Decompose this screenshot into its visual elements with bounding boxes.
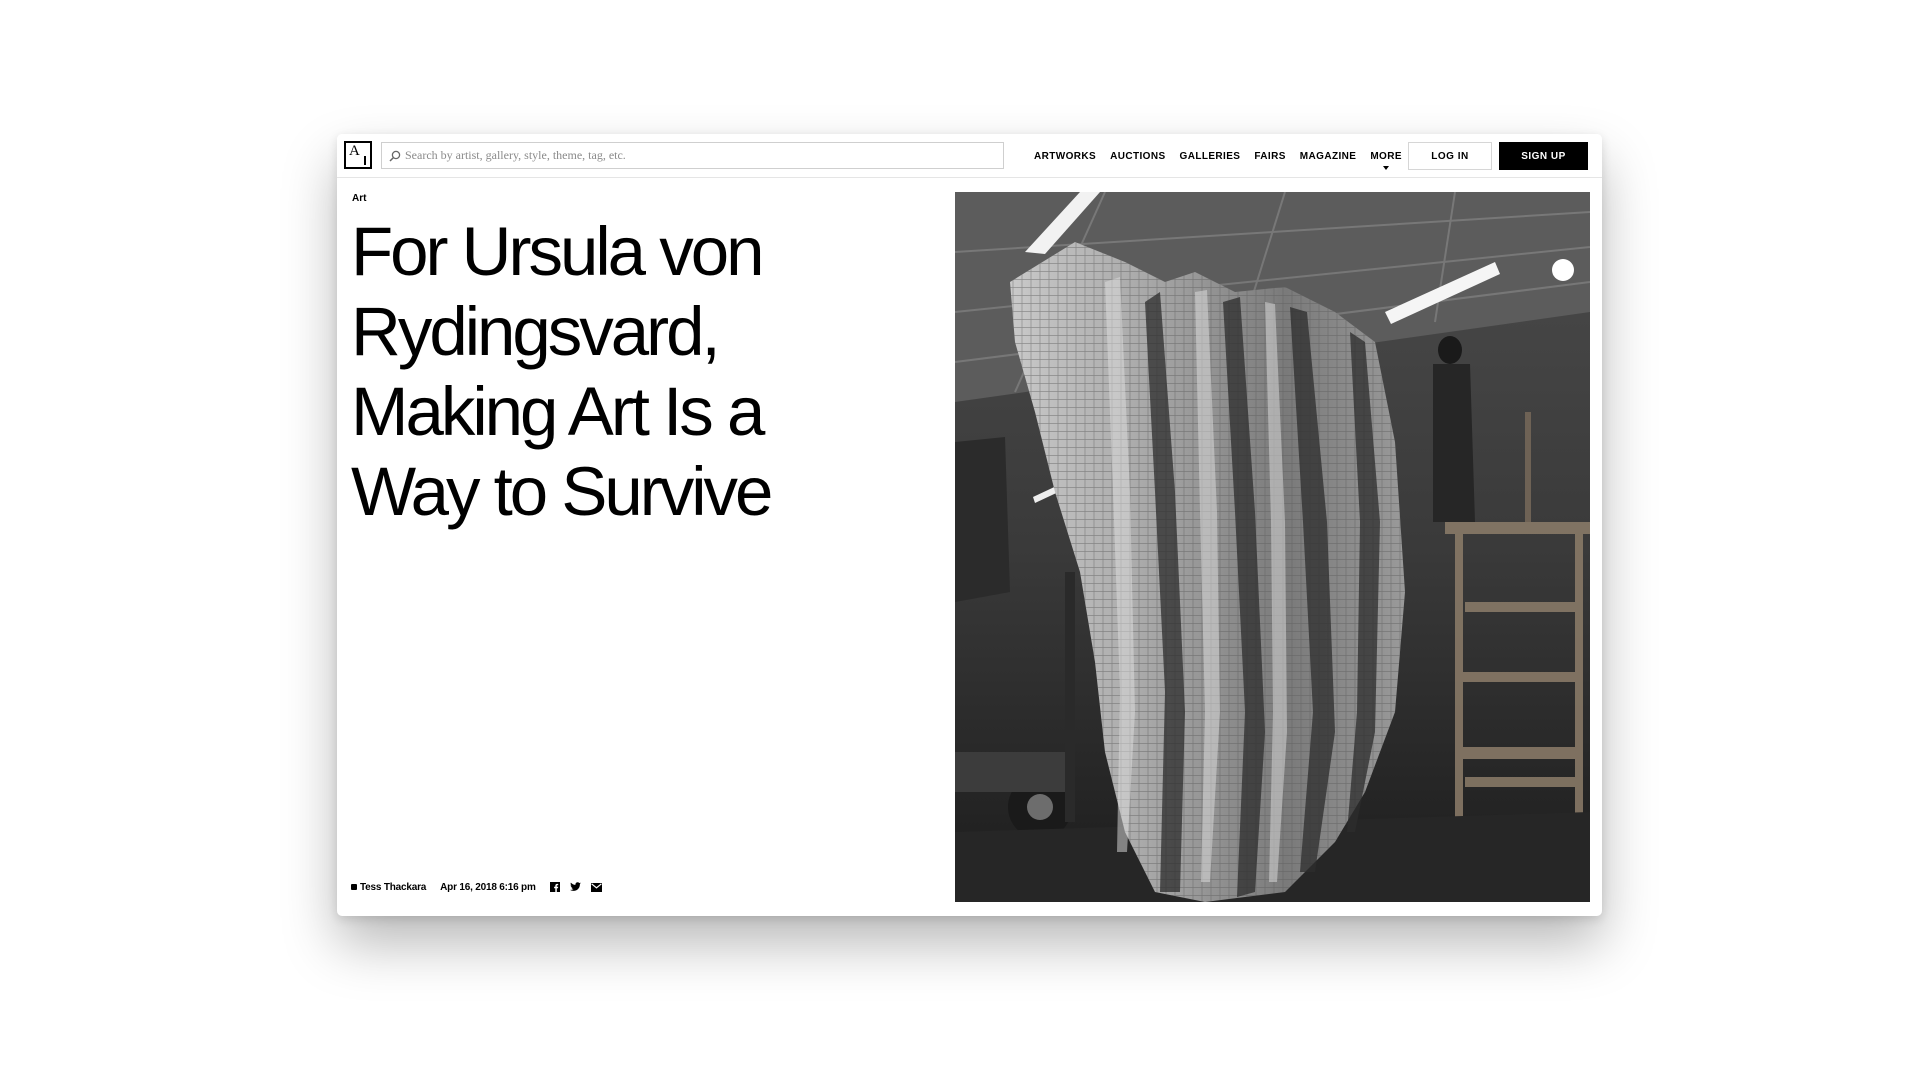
author-bullet — [351, 884, 357, 890]
article-category[interactable]: Art — [352, 193, 366, 204]
nav-more[interactable]: MORE — [1370, 150, 1402, 170]
search-input[interactable] — [405, 144, 985, 167]
article-title: For Ursula von Rydingsvard, Making Art I… — [351, 213, 773, 530]
browser-window: A ARTWORKS AUCTIONS GALLERIES FAIRS MAGA… — [337, 134, 1602, 916]
author-name[interactable]: Tess Thackara — [360, 882, 426, 893]
nav-auctions[interactable]: AUCTIONS — [1110, 151, 1165, 162]
facebook-icon[interactable] — [549, 882, 560, 892]
artsy-logo-icon[interactable]: A — [344, 141, 372, 169]
search-box[interactable] — [381, 142, 1004, 169]
login-button[interactable]: LOG IN — [1408, 142, 1492, 170]
nav-more-label: MORE — [1370, 150, 1402, 162]
hero-photo-sculpture[interactable] — [955, 192, 1590, 902]
logo-mark — [364, 156, 366, 165]
email-icon[interactable] — [590, 882, 602, 892]
signup-button[interactable]: SIGN UP — [1499, 142, 1588, 170]
twitter-icon[interactable] — [569, 882, 581, 892]
logo-letter-icon: A — [349, 143, 360, 159]
article-date: Apr 16, 2018 6:16 pm — [440, 881, 536, 893]
chevron-down-icon — [1383, 165, 1390, 170]
nav-galleries[interactable]: GALLERIES — [1180, 151, 1241, 162]
top-navigation-bar: A ARTWORKS AUCTIONS GALLERIES FAIRS MAGA… — [337, 134, 1602, 178]
nav-artworks[interactable]: ARTWORKS — [1034, 151, 1096, 162]
nav-fairs[interactable]: FAIRS — [1254, 151, 1285, 162]
search-icon — [389, 150, 401, 162]
article-byline: Tess Thackara Apr 16, 2018 6:16 pm — [351, 880, 612, 894]
main-nav: ARTWORKS AUCTIONS GALLERIES FAIRS MAGAZI… — [1034, 134, 1416, 178]
nav-magazine[interactable]: MAGAZINE — [1300, 151, 1357, 162]
